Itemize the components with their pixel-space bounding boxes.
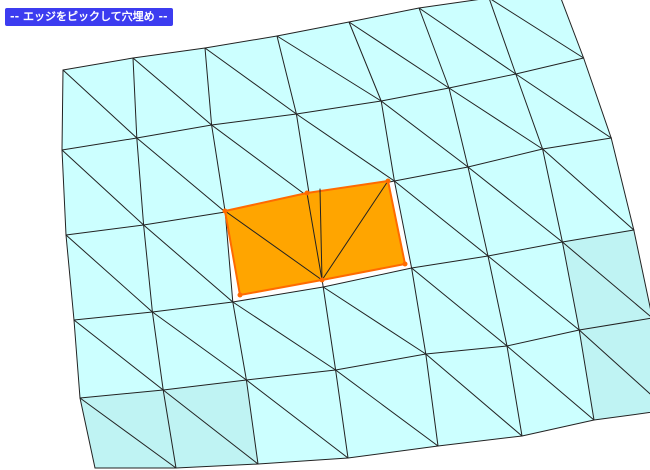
hole-boundary-vertex xyxy=(237,292,243,298)
hole-boundary-vertex xyxy=(222,208,228,214)
mesh-canvas[interactable] xyxy=(0,0,650,470)
hole-boundary-vertex xyxy=(304,190,310,196)
hole-boundary-vertex xyxy=(402,261,408,267)
hole-boundary-vertex xyxy=(385,178,391,184)
mesh-viewport[interactable]: -- エッジをピックして穴埋め -- xyxy=(0,0,650,470)
hole-boundary-vertex xyxy=(319,277,325,283)
mode-label: -- エッジをピックして穴埋め -- xyxy=(5,8,173,26)
